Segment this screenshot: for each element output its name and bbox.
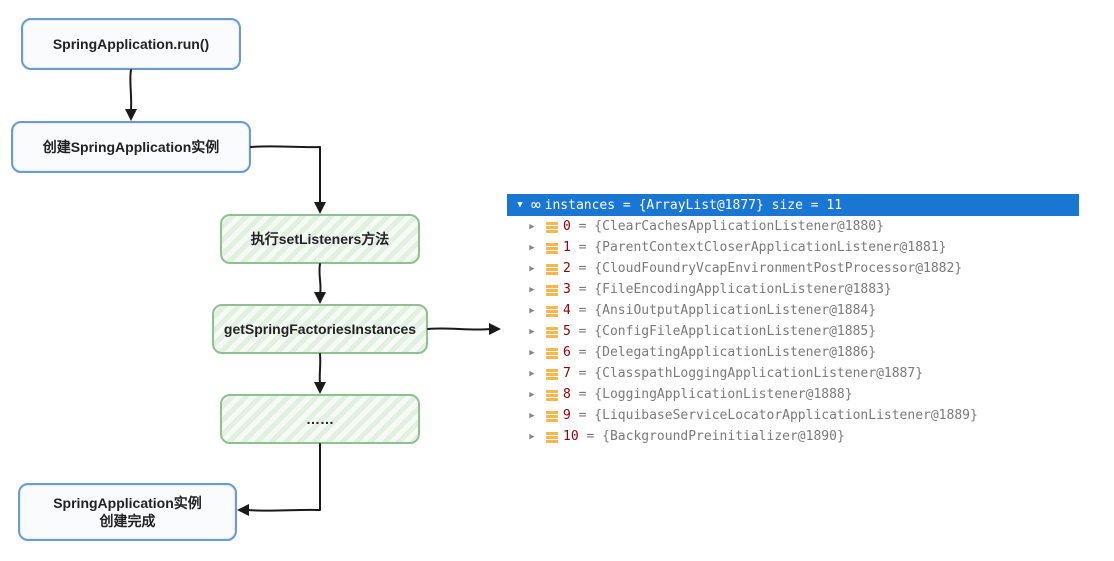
item-index: 9 <box>563 408 571 423</box>
list-element-icon <box>545 346 559 360</box>
item-value: = {CloudFoundryVcapEnvironmentPostProces… <box>579 261 963 276</box>
node-label: getSpringFactoriesInstances <box>224 321 416 337</box>
debugger-item[interactable]: ▶ 4 = {AnsiOutputApplicationListener@1884… <box>507 300 1079 321</box>
chevron-right-icon: ▶ <box>525 306 539 316</box>
item-index: 0 <box>563 219 571 234</box>
list-element-icon <box>545 430 559 444</box>
infinity-icon: ∞ <box>531 197 541 213</box>
list-element-icon <box>545 262 559 276</box>
list-element-icon <box>545 388 559 402</box>
item-index: 2 <box>563 261 571 276</box>
debugger-panel: ▼ ∞ instances = {ArrayList@1877} size = … <box>507 194 1079 447</box>
chevron-down-icon: ▼ <box>513 200 527 210</box>
item-value: = {DelegatingApplicationListener@1886} <box>579 345 876 360</box>
list-element-icon <box>545 409 559 423</box>
item-index: 10 <box>563 429 579 444</box>
node-create-instance: 创建SpringApplication实例 <box>11 121 251 173</box>
node-label: 创建SpringApplication实例 <box>43 137 220 157</box>
node-label: SpringApplication实例 创建完成 <box>53 494 202 530</box>
debugger-items: ▶ 0 = {ClearCachesApplicationListener@188… <box>507 216 1079 447</box>
debugger-item[interactable]: ▶ 0 = {ClearCachesApplicationListener@188… <box>507 216 1079 237</box>
list-element-icon <box>545 367 559 381</box>
debugger-item[interactable]: ▶ 3 = {FileEncodingApplicationListener@18… <box>507 279 1079 300</box>
chevron-right-icon: ▶ <box>525 243 539 253</box>
debugger-item[interactable]: ▶ 6 = {DelegatingApplicationListener@1886… <box>507 342 1079 363</box>
chevron-right-icon: ▶ <box>525 369 539 379</box>
debugger-item[interactable]: ▶ 2 = {CloudFoundryVcapEnvironmentPostPro… <box>507 258 1079 279</box>
debugger-item[interactable]: ▶ 1 = {ParentContextCloserApplicationList… <box>507 237 1079 258</box>
chevron-right-icon: ▶ <box>525 411 539 421</box>
node-label: …… <box>306 411 334 427</box>
debugger-item[interactable]: ▶ 9 = {LiquibaseServiceLocatorApplication… <box>507 405 1079 426</box>
item-index: 7 <box>563 366 571 381</box>
item-index: 3 <box>563 282 571 297</box>
node-creation-done: SpringApplication实例 创建完成 <box>18 483 237 541</box>
list-element-icon <box>545 220 559 234</box>
item-index: 1 <box>563 240 571 255</box>
debugger-var-name: instances <box>545 198 615 213</box>
item-value: = {LoggingApplicationListener@1888} <box>579 387 853 402</box>
node-get-factories: getSpringFactoriesInstances <box>212 304 428 354</box>
list-element-icon <box>545 283 559 297</box>
item-index: 6 <box>563 345 571 360</box>
chevron-right-icon: ▶ <box>525 327 539 337</box>
chevron-right-icon: ▶ <box>525 264 539 274</box>
list-element-icon <box>545 325 559 339</box>
item-value: = {LiquibaseServiceLocatorApplicationLis… <box>579 408 978 423</box>
item-value: = {AnsiOutputApplicationListener@1884} <box>579 303 876 318</box>
node-ellipsis: …… <box>220 394 420 444</box>
debugger-header[interactable]: ▼ ∞ instances = {ArrayList@1877} size = … <box>507 194 1079 216</box>
chevron-right-icon: ▶ <box>525 285 539 295</box>
debugger-item[interactable]: ▶ 8 = {LoggingApplicationListener@1888} <box>507 384 1079 405</box>
debugger-item[interactable]: ▶ 7 = {ClasspathLoggingApplicationListene… <box>507 363 1079 384</box>
debugger-item[interactable]: ▶ 5 = {ConfigFileApplicationListener@1885… <box>507 321 1079 342</box>
debugger-var-value: = {ArrayList@1877} size = 11 <box>623 198 842 213</box>
item-index: 8 <box>563 387 571 402</box>
item-value: = {ParentContextCloserApplicationListene… <box>579 240 947 255</box>
chevron-right-icon: ▶ <box>525 222 539 232</box>
list-element-icon <box>545 241 559 255</box>
item-value: = {ConfigFileApplicationListener@1885} <box>579 324 876 339</box>
node-label: SpringApplication.run() <box>53 36 209 52</box>
node-set-listeners: 执行setListeners方法 <box>220 214 420 264</box>
item-value: = {ClasspathLoggingApplicationListener@1… <box>579 366 923 381</box>
node-spring-run: SpringApplication.run() <box>21 18 241 70</box>
item-value: = {FileEncodingApplicationListener@1883} <box>579 282 892 297</box>
chevron-right-icon: ▶ <box>525 432 539 442</box>
item-value: = {BackgroundPreinitializer@1890} <box>586 429 844 444</box>
chevron-right-icon: ▶ <box>525 390 539 400</box>
item-index: 5 <box>563 324 571 339</box>
node-label: 执行setListeners方法 <box>251 229 389 249</box>
item-index: 4 <box>563 303 571 318</box>
list-element-icon <box>545 304 559 318</box>
chevron-right-icon: ▶ <box>525 348 539 358</box>
debugger-item[interactable]: ▶ 10 = {BackgroundPreinitializer@1890} <box>507 426 1079 447</box>
item-value: = {ClearCachesApplicationListener@1880} <box>579 219 884 234</box>
